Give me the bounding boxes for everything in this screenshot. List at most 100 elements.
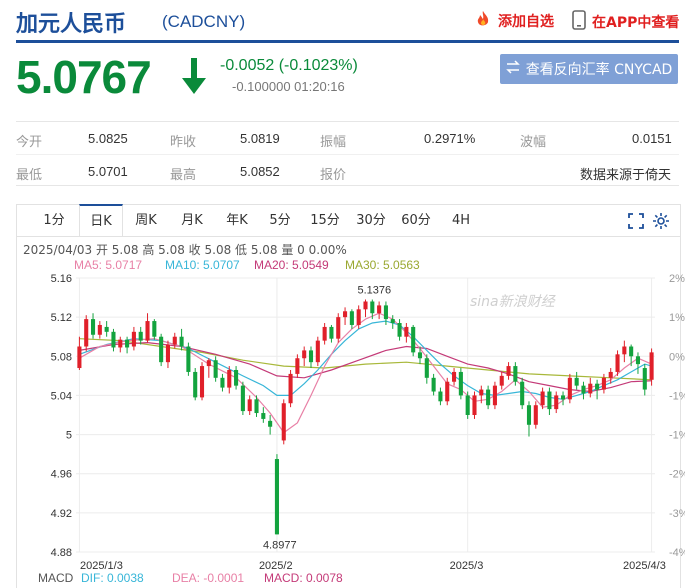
- candle-body: [152, 321, 157, 337]
- candle-body: [77, 346, 82, 369]
- quote-time: -0.100000 01:20:16: [232, 79, 345, 94]
- flame-icon: [474, 10, 492, 32]
- candle-body: [595, 383, 600, 390]
- candle-body: [165, 344, 171, 363]
- candle-body: [274, 459, 279, 535]
- candle-body: [492, 385, 497, 406]
- tab-15min[interactable]: 15分: [308, 205, 342, 236]
- y-tick-label: 5.12: [51, 312, 72, 324]
- swap-icon: [505, 60, 520, 78]
- candle-body: [240, 385, 245, 412]
- stat-value: 5.0701: [88, 164, 128, 179]
- candle-body: [370, 301, 375, 314]
- y-tick-label: 5.16: [51, 273, 72, 285]
- tab-daily[interactable]: 日K: [79, 204, 123, 236]
- y-tick-label: 4.96: [51, 469, 72, 481]
- down-arrow-icon: [180, 56, 208, 101]
- candle-body: [615, 354, 620, 372]
- macd-title: MACD: [38, 571, 74, 585]
- candle-body: [322, 326, 327, 341]
- pct-tick-label: -1%: [669, 390, 685, 402]
- watermark: sina新浪财经: [470, 294, 557, 310]
- candle-body: [390, 319, 395, 324]
- candle-body: [581, 385, 586, 394]
- candle-body: [172, 336, 177, 345]
- candle-body: [601, 377, 606, 390]
- x-tick-label: 2025/1/3: [80, 560, 123, 570]
- pct-tick-label: -4%: [669, 547, 685, 559]
- fullscreen-icon[interactable]: [628, 213, 644, 233]
- tab-60min[interactable]: 60分: [399, 205, 433, 236]
- stat-label: 今开: [16, 135, 43, 150]
- candle-body: [567, 377, 572, 400]
- candle-body: [268, 420, 273, 427]
- tab-4h[interactable]: 4H: [447, 205, 475, 236]
- price-change: -0.0052 (-0.1023%): [220, 57, 358, 74]
- pct-tick-label: -1%: [669, 430, 685, 442]
- candle-body: [206, 360, 211, 367]
- candle-body: [254, 399, 259, 414]
- candle-body: [629, 346, 634, 357]
- candle-body: [506, 366, 511, 376]
- candle-body: [227, 369, 232, 388]
- candle-body: [131, 331, 136, 347]
- y-tick-label: 5.08: [51, 351, 72, 363]
- add-watchlist-button[interactable]: 添加自选: [474, 10, 554, 32]
- stat-value: 5.0819: [240, 131, 280, 146]
- candle-body: [363, 301, 368, 310]
- period-tabs: 1分 日K 周K 月K 年K 5分 15分 30分 60分 4H: [17, 204, 680, 237]
- candle-body: [383, 305, 388, 320]
- low-annotation: 4.8977: [263, 539, 297, 551]
- candle-body: [84, 319, 89, 347]
- candle-body: [90, 319, 96, 335]
- stat-value: 5.0825: [88, 131, 128, 146]
- header: 加元人民币 (CADCNY) 添加自选 在APP中查看: [0, 0, 685, 40]
- x-tick-label: 2025/3: [450, 560, 484, 570]
- tab-5min[interactable]: 5分: [265, 205, 295, 236]
- candle-body: [513, 366, 518, 382]
- x-tick-label: 2025/4/3: [623, 560, 666, 570]
- macd-dif: DIF: 0.0038: [81, 571, 144, 585]
- candle-body: [247, 399, 252, 412]
- candle-body: [649, 352, 654, 380]
- candle-body: [588, 383, 593, 394]
- candle-body: [295, 358, 300, 374]
- candle-body: [404, 326, 409, 337]
- open-app-button[interactable]: 在APP中查看: [572, 10, 679, 34]
- candle-body: [186, 346, 191, 372]
- candle-body: [329, 326, 334, 339]
- tab-weekly[interactable]: 周K: [129, 205, 163, 236]
- stat-label: 最低: [16, 168, 43, 183]
- ma10-line: [79, 320, 652, 400]
- pct-tick-label: 0%: [669, 351, 685, 363]
- tab-1min[interactable]: 1分: [37, 205, 71, 236]
- pct-tick-label: -2%: [669, 469, 685, 481]
- tab-30min[interactable]: 30分: [354, 205, 388, 236]
- candle-body: [281, 403, 286, 441]
- candle-body: [547, 391, 552, 410]
- current-price: 5.0767: [16, 51, 152, 103]
- candle-body: [520, 381, 525, 406]
- stat-label: 报价: [320, 168, 347, 183]
- phone-icon: [572, 10, 586, 34]
- candlestick-chart[interactable]: 5.16 2% 5.12 1% 5.08 0% 5.04 -1% 5 -1% 4.96 -2% 4.92…: [0, 270, 685, 570]
- open-app-label: 在APP中查看: [592, 15, 680, 31]
- candle-body: [315, 340, 320, 363]
- candle-body: [424, 358, 429, 378]
- tab-monthly[interactable]: 月K: [175, 205, 209, 236]
- stats-table: 今开 5.0825 昨收 5.0819 振幅 0.2971% 波幅 0.0151…: [16, 121, 679, 186]
- candle-body: [445, 381, 450, 402]
- stat-value: 0.2971%: [424, 131, 476, 146]
- candle-body: [397, 323, 402, 337]
- candle-body: [220, 377, 225, 388]
- reverse-rate-button[interactable]: 查看反向汇率 CNYCAD: [500, 54, 678, 84]
- settings-icon[interactable]: [652, 212, 670, 234]
- stat-label: 最高: [170, 168, 197, 183]
- candle-body: [526, 405, 532, 425]
- candle-body: [213, 360, 218, 378]
- pct-tick-label: -3%: [669, 508, 685, 520]
- tab-yearly[interactable]: 年K: [220, 205, 254, 236]
- candle-body: [104, 326, 109, 332]
- candle-body: [540, 391, 545, 406]
- candle-body: [622, 346, 627, 355]
